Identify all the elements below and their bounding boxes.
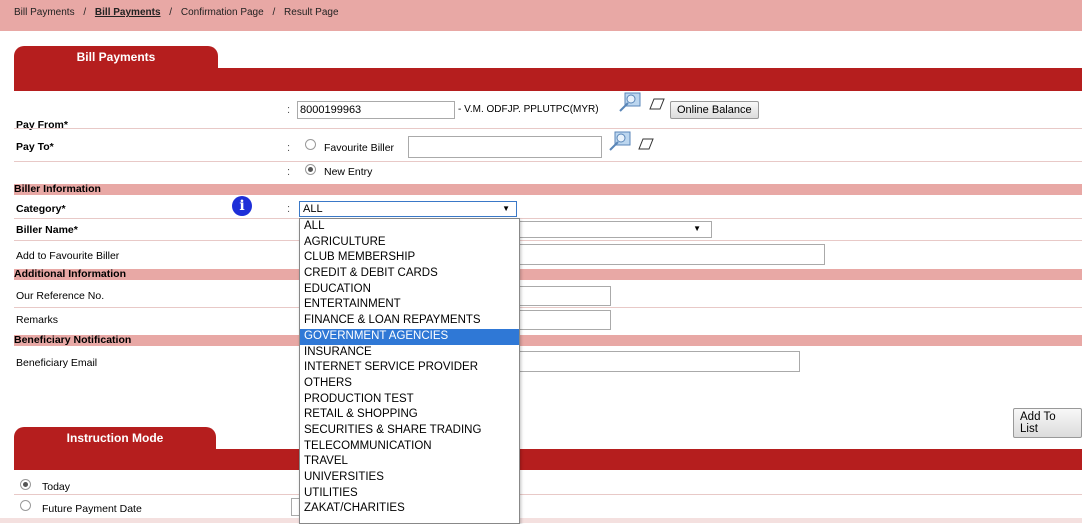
additional-information-header: Additional Information [14, 269, 1082, 280]
breadcrumb-confirmation: Confirmation Page [180, 7, 264, 18]
colon: : [287, 203, 291, 215]
future-payment-label: Future Payment Date [42, 503, 142, 515]
category-option[interactable]: OTHERS [300, 376, 519, 392]
category-option[interactable]: TRAVEL [300, 454, 519, 470]
breadcrumb-separator: / [272, 7, 276, 18]
add-favourite-input[interactable] [500, 244, 825, 265]
pay-from-label: Pay From* [16, 119, 68, 131]
future-payment-radio[interactable] [20, 500, 31, 511]
breadcrumb-bill-payments[interactable]: Bill Payments [14, 7, 75, 18]
beneficiary-notification-header: Beneficiary Notification [14, 335, 1082, 346]
today-radio[interactable] [20, 479, 31, 490]
category-option[interactable]: INSURANCE [300, 345, 519, 361]
online-balance-button[interactable]: Online Balance [670, 101, 759, 119]
section-band [14, 68, 1082, 91]
category-option[interactable]: ENTERTAINMENT [300, 297, 519, 313]
favourite-biller-radio[interactable] [305, 139, 316, 150]
breadcrumb-separator: / [83, 7, 87, 18]
category-option[interactable]: PRODUCTION TEST [300, 392, 519, 408]
bottom-strip [0, 518, 1082, 523]
pay-to-label: Pay To* [16, 141, 54, 153]
colon: : [287, 142, 291, 154]
category-option[interactable]: UTILITIES [300, 486, 519, 502]
our-reference-label: Our Reference No. [16, 290, 105, 302]
category-option[interactable]: UNIVERSITIES [300, 470, 519, 486]
search-icon[interactable] [608, 131, 632, 153]
row-divider [14, 161, 1082, 162]
category-option[interactable]: INTERNET SERVICE PROVIDER [300, 360, 519, 376]
chevron-down-icon: ▼ [502, 204, 510, 213]
category-option[interactable]: RETAIL & SHOPPING [300, 407, 519, 423]
category-option[interactable]: ALL [300, 219, 519, 235]
row-divider [14, 307, 1082, 308]
future-date-input[interactable] [291, 498, 299, 516]
section-band [14, 449, 1082, 470]
category-option[interactable]: GOVERNMENT AGENCIES [300, 328, 519, 345]
tab-bill-payments: Bill Payments [14, 46, 218, 68]
category-select[interactable]: ALL ▼ [299, 201, 517, 217]
beneficiary-email-label: Beneficiary Email [16, 357, 98, 369]
category-label: Category* [16, 203, 66, 215]
colon: : [287, 104, 291, 116]
breadcrumb-separator: / [169, 7, 173, 18]
category-option[interactable]: AGRICULTURE [300, 235, 519, 251]
category-dropdown-list[interactable]: ALL AGRICULTURE CLUB MEMBERSHIP CREDIT & DE… [299, 218, 520, 524]
add-to-list-button[interactable]: Add To List [1013, 408, 1082, 438]
breadcrumb: Bill Payments / Bill Payments / Confirma… [14, 7, 345, 18]
biller-name-label: Biller Name* [16, 224, 78, 236]
info-icon[interactable]: i [232, 196, 252, 216]
row-divider [14, 494, 1082, 495]
biller-information-header: Biller Information [14, 184, 1082, 195]
category-option[interactable]: TELECOMMUNICATION [300, 439, 519, 455]
category-option[interactable]: EDUCATION [300, 282, 519, 298]
row-divider [14, 240, 1082, 241]
new-entry-label: New Entry [324, 166, 373, 178]
favourite-biller-input[interactable] [408, 136, 602, 158]
category-option[interactable]: SECURITIES & SHARE TRADING [300, 423, 519, 439]
category-selected-value: ALL [303, 203, 323, 215]
category-option[interactable]: CREDIT & DEBIT CARDS [300, 266, 519, 282]
breadcrumb-result: Result Page [284, 7, 339, 18]
add-favourite-label: Add to Favourite Biller [16, 250, 120, 262]
search-icon[interactable] [618, 92, 642, 114]
pay-from-account-name: - V.M. ODFJP. PPLUTPC(MYR) [458, 104, 599, 115]
today-label: Today [42, 481, 71, 493]
row-divider [14, 128, 1082, 129]
remarks-label: Remarks [16, 314, 59, 326]
tab-instruction-mode: Instruction Mode [14, 427, 216, 449]
beneficiary-email-input[interactable] [500, 351, 800, 372]
pay-from-account-input[interactable] [297, 101, 455, 119]
category-option[interactable]: FINANCE & LOAN REPAYMENTS [300, 313, 519, 329]
eraser-icon[interactable] [638, 138, 654, 150]
category-option[interactable]: CLUB MEMBERSHIP [300, 250, 519, 266]
eraser-icon[interactable] [649, 98, 665, 110]
favourite-biller-label: Favourite Biller [324, 142, 395, 154]
row-divider [14, 218, 1082, 219]
breadcrumb-bill-payments-current[interactable]: Bill Payments [95, 7, 161, 18]
category-option[interactable]: ZAKAT/CHARITIES [300, 501, 519, 517]
colon: : [287, 166, 291, 178]
new-entry-radio[interactable] [305, 164, 316, 175]
chevron-down-icon: ▼ [693, 224, 701, 233]
